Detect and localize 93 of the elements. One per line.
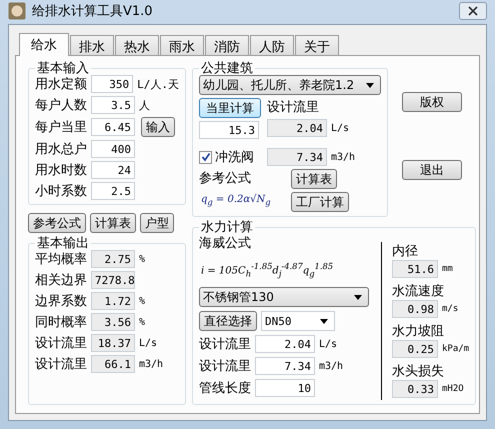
input-field[interactable]: 6.45	[91, 118, 135, 136]
unit-label: L/人.天	[137, 76, 179, 92]
field-label: 设计流里	[35, 335, 87, 352]
input-field[interactable]: 3.5	[91, 96, 135, 114]
side-button[interactable]: 退出	[402, 160, 462, 180]
unit-label: m3/h	[331, 152, 356, 162]
field-label: 设计流里	[35, 356, 87, 373]
input-field[interactable]: 2.04	[255, 335, 315, 354]
caret-icon	[354, 294, 362, 300]
field-label: 设计流里	[267, 99, 320, 116]
calculate-button[interactable]: 当里计算	[199, 98, 261, 118]
output-field: 2.04	[267, 119, 327, 137]
app-icon	[8, 2, 26, 20]
input-field[interactable]: 350	[91, 75, 134, 93]
unit-label: L/s	[139, 338, 158, 348]
input-field[interactable]: 15.3	[199, 121, 259, 139]
output-field: 0.98	[392, 300, 438, 318]
unit-label: mm	[442, 264, 453, 274]
caret-icon	[320, 318, 328, 324]
unit-label: %	[139, 296, 146, 306]
output-field: 1.72	[91, 292, 135, 310]
formula-label: 参考公式	[199, 170, 252, 187]
input-field[interactable]: 400	[91, 140, 135, 158]
group-title: 水力计算	[200, 221, 254, 234]
field-label: 边界系数	[35, 293, 87, 310]
unit-label: %	[139, 254, 146, 264]
field-label: 管线长度	[199, 380, 251, 398]
field-label: 每户人数	[35, 97, 87, 114]
window-title: 给排水计算工具V1.0	[32, 3, 153, 20]
field-label: 用水定额	[35, 76, 87, 93]
check-icon	[200, 152, 210, 162]
formula: q$_{g}$ = 0.2α√N$_{g}$	[200, 192, 272, 209]
diameter-button[interactable]: 直径选择	[199, 311, 257, 332]
close-button[interactable]	[459, 2, 487, 20]
flush-valve-checkbox[interactable]: 冲洗阀	[199, 148, 261, 166]
pipe-dropdown[interactable]: 不锈钢管130	[199, 287, 369, 308]
field-label: 相关边界	[35, 272, 87, 289]
field-label: 水流速度	[392, 284, 444, 299]
tab[interactable]: 雨水	[160, 35, 204, 55]
building-dropdown[interactable]: 幼儿园、托儿所、养老院1.2	[199, 75, 381, 95]
field-label: 用水总户	[35, 141, 87, 158]
input-button[interactable]: 输入	[141, 117, 175, 137]
tab[interactable]: 热水	[115, 35, 159, 55]
diameter-dropdown[interactable]: DN50	[261, 311, 335, 332]
output-field: 2.75	[91, 250, 135, 268]
unit-label: m/s	[442, 304, 458, 314]
field-label: 水力坡阻	[392, 324, 444, 339]
action-button[interactable]: 计算表	[90, 213, 136, 233]
tab[interactable]: 消防	[205, 35, 249, 55]
output-field: 3.56	[91, 313, 135, 331]
tab[interactable]: 给水	[19, 33, 69, 56]
field-label: 同时概率	[35, 314, 87, 331]
field-label: 水头损失	[392, 364, 444, 379]
field-label: 内径	[392, 244, 418, 259]
input-field[interactable]: 24	[91, 161, 135, 179]
input-field[interactable]: 2.5	[91, 182, 135, 200]
input-field[interactable]: 7.34	[255, 357, 315, 376]
action-button[interactable]: 参考公式	[28, 213, 86, 233]
unit-label: m3/h	[139, 358, 164, 370]
output-field: 7278.8	[91, 271, 135, 289]
tab[interactable]: 排水	[70, 35, 114, 55]
action-button[interactable]: 户型	[140, 213, 174, 233]
unit-label: kPa/m	[442, 344, 470, 354]
output-field: 7.34	[267, 148, 327, 166]
table-button[interactable]: 计算表	[291, 169, 337, 189]
tab[interactable]: 人防	[250, 35, 294, 55]
tab[interactable]: 关于	[295, 35, 339, 55]
close-icon	[468, 6, 478, 16]
unit-label: mH2O	[442, 384, 464, 394]
output-field: 66.1	[91, 355, 135, 373]
unit-label: L/s	[331, 122, 350, 134]
unit-label: m3/h	[319, 360, 344, 372]
field-label: 设计流里	[199, 336, 251, 354]
output-field: 0.33	[392, 380, 438, 398]
field-label: 设计流里	[199, 358, 251, 376]
field-label: 平均概率	[35, 251, 87, 268]
unit-label: %	[139, 316, 146, 328]
output-field: 18.37	[91, 334, 135, 352]
field-label: 小时系数	[35, 183, 87, 200]
field-label: 用水时数	[35, 162, 87, 179]
caret-icon	[366, 82, 374, 88]
side-button[interactable]: 版权	[402, 92, 462, 112]
factory-button[interactable]: 工厂计算	[291, 192, 349, 212]
unit-label: L/s	[319, 338, 338, 350]
output-field: 51.6	[392, 260, 438, 278]
unit-label: 人	[139, 98, 150, 112]
group-title: 公共建筑	[200, 62, 254, 75]
group-title: 基本输出	[36, 237, 90, 250]
input-field[interactable]: 10	[255, 379, 315, 398]
formula-label: 海威公式	[199, 235, 252, 252]
group-title: 基本输入	[36, 62, 90, 75]
output-field: 0.25	[392, 340, 438, 358]
field-label: 每户当里	[35, 119, 87, 136]
